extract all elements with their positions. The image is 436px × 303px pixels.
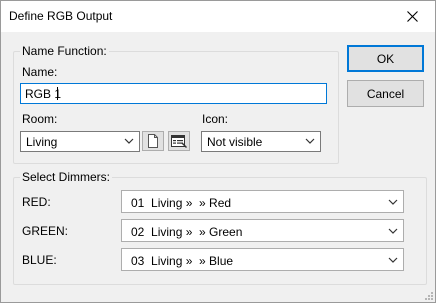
chevron-down-icon <box>305 138 315 144</box>
window-title: Define RGB Output <box>9 9 113 23</box>
room-select[interactable]: Living <box>20 131 140 152</box>
cancel-button[interactable]: Cancel <box>347 80 424 107</box>
room-properties-button[interactable] <box>168 131 190 151</box>
define-rgb-output-dialog: Define RGB Output Name Function: Name: R… <box>0 0 436 303</box>
new-document-icon <box>148 134 158 148</box>
green-dimmer-value: 02 Living » » Green <box>131 225 243 239</box>
icon-select-value: Not visible <box>207 135 263 149</box>
close-button[interactable] <box>389 1 435 32</box>
red-label: RED: <box>22 195 51 209</box>
name-label: Name: <box>22 65 58 79</box>
icon-select[interactable]: Not visible <box>201 131 321 152</box>
red-dimmer-select[interactable]: 01 Living » » Red <box>121 190 404 213</box>
close-icon <box>406 11 418 22</box>
chevron-down-icon <box>388 228 398 234</box>
select-dimmers-legend: Select Dimmers: <box>20 170 113 184</box>
green-dimmer-select[interactable]: 02 Living » » Green <box>121 219 404 242</box>
blue-dimmer-select[interactable]: 03 Living » » Blue <box>121 248 404 271</box>
resize-grip-icon[interactable] <box>423 290 433 300</box>
room-select-value: Living <box>26 135 58 149</box>
name-field-value: RGB 1 <box>25 87 62 101</box>
title-bar[interactable]: Define RGB Output <box>1 1 435 32</box>
room-label: Room: <box>22 112 58 126</box>
ok-button[interactable]: OK <box>347 45 424 72</box>
text-caret <box>57 87 58 100</box>
blue-label: BLUE: <box>22 253 57 267</box>
chevron-down-icon <box>388 199 398 205</box>
icon-label: Icon: <box>202 112 229 126</box>
name-function-legend: Name Function: <box>20 44 109 58</box>
green-label: GREEN: <box>22 224 69 238</box>
name-field[interactable]: RGB 1 <box>20 83 327 104</box>
room-properties-icon <box>171 135 187 148</box>
chevron-down-icon <box>388 257 398 263</box>
chevron-down-icon <box>124 138 134 144</box>
new-room-button[interactable] <box>142 131 164 151</box>
red-dimmer-value: 01 Living » » Red <box>131 196 232 210</box>
blue-dimmer-value: 03 Living » » Blue <box>131 254 234 268</box>
